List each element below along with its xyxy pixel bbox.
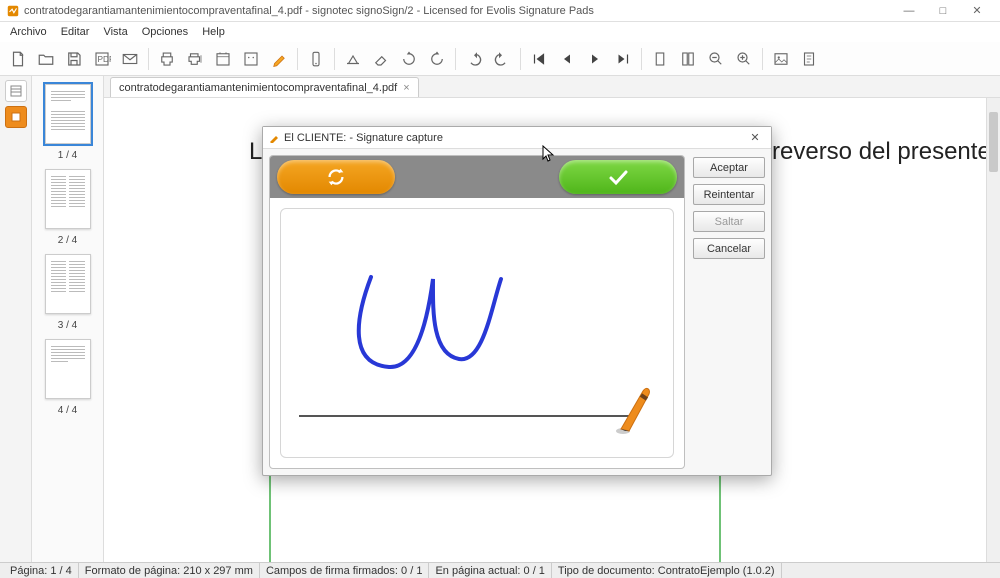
page-single-button[interactable] [648,47,672,71]
retry-button[interactable]: Reintentar [693,184,765,205]
zoom-in-button[interactable] [732,47,756,71]
toolbar-separator [297,48,298,70]
image-button[interactable] [769,47,793,71]
tools-button[interactable] [239,47,263,71]
side-thumbnails-button[interactable] [5,80,27,102]
side-signatures-button[interactable] [5,106,27,128]
thumbnail-page-3[interactable] [45,254,91,314]
thumbnail-panel: 1 / 4 2 / 4 3 / 4 4 / 4 [32,76,104,562]
toolbar-separator [148,48,149,70]
go-next-button[interactable] [583,47,607,71]
accept-button[interactable]: Aceptar [693,157,765,178]
toolbar-separator [641,48,642,70]
thumbnail-label: 3 / 4 [58,320,77,331]
retry-pill-button[interactable] [277,160,395,194]
signature-panel [269,155,685,469]
skip-button[interactable]: Saltar [693,211,765,232]
toolbar-separator [455,48,456,70]
rotate-cw-button[interactable] [397,47,421,71]
rotate-ccw-button[interactable] [425,47,449,71]
redo-button[interactable] [490,47,514,71]
print-all-button[interactable] [183,47,207,71]
signature-baseline [299,415,633,417]
spacer [401,160,554,194]
toolbar-separator [334,48,335,70]
pdf-button[interactable]: PDF [90,47,114,71]
dialog-titlebar[interactable]: El CLIENTE: - Signature capture ✕ [263,127,771,149]
cancel-button[interactable]: Cancelar [693,238,765,259]
thumbnail-label: 2 / 4 [58,235,77,246]
toolbar-separator [762,48,763,70]
open-doc-button[interactable] [34,47,58,71]
menu-archivo[interactable]: Archivo [4,24,53,40]
hide-button[interactable] [341,47,365,71]
toolbar: PDF [0,42,1000,76]
thumbnail-page-1[interactable] [45,84,91,144]
menu-bar: Archivo Editar Vista Opciones Help [0,22,1000,42]
pen-icon [269,133,279,143]
dialog-close-button[interactable]: ✕ [745,131,765,144]
tab-close-button[interactable]: × [403,82,409,94]
envelope-button[interactable] [118,47,142,71]
menu-editar[interactable]: Editar [55,24,96,40]
highlight-button[interactable] [267,47,291,71]
side-column [0,76,32,562]
window-title: contratodegarantiamantenimientocompraven… [24,5,892,17]
thumbnail-label: 4 / 4 [58,405,77,416]
go-last-button[interactable] [611,47,635,71]
phone-button[interactable] [304,47,328,71]
page-cont-button[interactable] [676,47,700,71]
confirm-pill-button[interactable] [559,160,677,194]
save-doc-button[interactable] [62,47,86,71]
go-prev-button[interactable] [555,47,579,71]
status-page: Página: 1 / 4 [4,563,79,578]
calendar-button[interactable] [211,47,235,71]
status-format: Formato de página: 210 x 297 mm [79,563,260,578]
status-bar: Página: 1 / 4 Formato de página: 210 x 2… [0,562,1000,578]
page-text-right: reverso del presente [772,138,991,166]
print-button[interactable] [155,47,179,71]
thumbnail-page-2[interactable] [45,169,91,229]
toolbar-separator [520,48,521,70]
app-icon [6,4,20,18]
thumbnail-label: 1 / 4 [58,150,77,161]
signature-action-bar [270,156,684,198]
signature-stroke [341,259,561,379]
menu-opciones[interactable]: Opciones [136,24,194,40]
window-titlebar: contratodegarantiamantenimientocompraven… [0,0,1000,22]
vertical-scrollbar[interactable] [986,98,1000,562]
scrollbar-handle[interactable] [989,112,998,172]
status-signed: Campos de firma firmados: 0 / 1 [260,563,430,578]
status-doctype: Tipo de documento: ContratoEjemplo (1.0.… [552,563,782,578]
dialog-title: El CLIENTE: - Signature capture [284,132,745,144]
check-icon [606,165,630,189]
refresh-icon [325,166,347,188]
tab-label: contratodegarantiamantenimientocompraven… [119,82,397,94]
go-first-button[interactable] [527,47,551,71]
window-minimize-button[interactable]: — [892,1,926,21]
status-onpage: En página actual: 0 / 1 [429,563,551,578]
zoom-out-button[interactable] [704,47,728,71]
svg-text:PDF: PDF [98,55,112,64]
stylus-icon [613,381,655,437]
menu-vista[interactable]: Vista [97,24,133,40]
window-maximize-button[interactable]: □ [926,1,960,21]
menu-help[interactable]: Help [196,24,231,40]
tab-strip: contratodegarantiamantenimientocompraven… [104,76,1000,98]
signature-canvas[interactable] [280,208,674,458]
thumbnail-page-4[interactable] [45,339,91,399]
window-close-button[interactable]: ✕ [960,1,994,21]
eraser-button[interactable] [369,47,393,71]
attach-button[interactable] [797,47,821,71]
dialog-button-column: Aceptar Reintentar Saltar Cancelar [693,155,765,469]
document-tab[interactable]: contratodegarantiamantenimientocompraven… [110,77,419,97]
signature-capture-dialog: El CLIENTE: - Signature capture ✕ [262,126,772,476]
new-doc-button[interactable] [6,47,30,71]
undo-button[interactable] [462,47,486,71]
